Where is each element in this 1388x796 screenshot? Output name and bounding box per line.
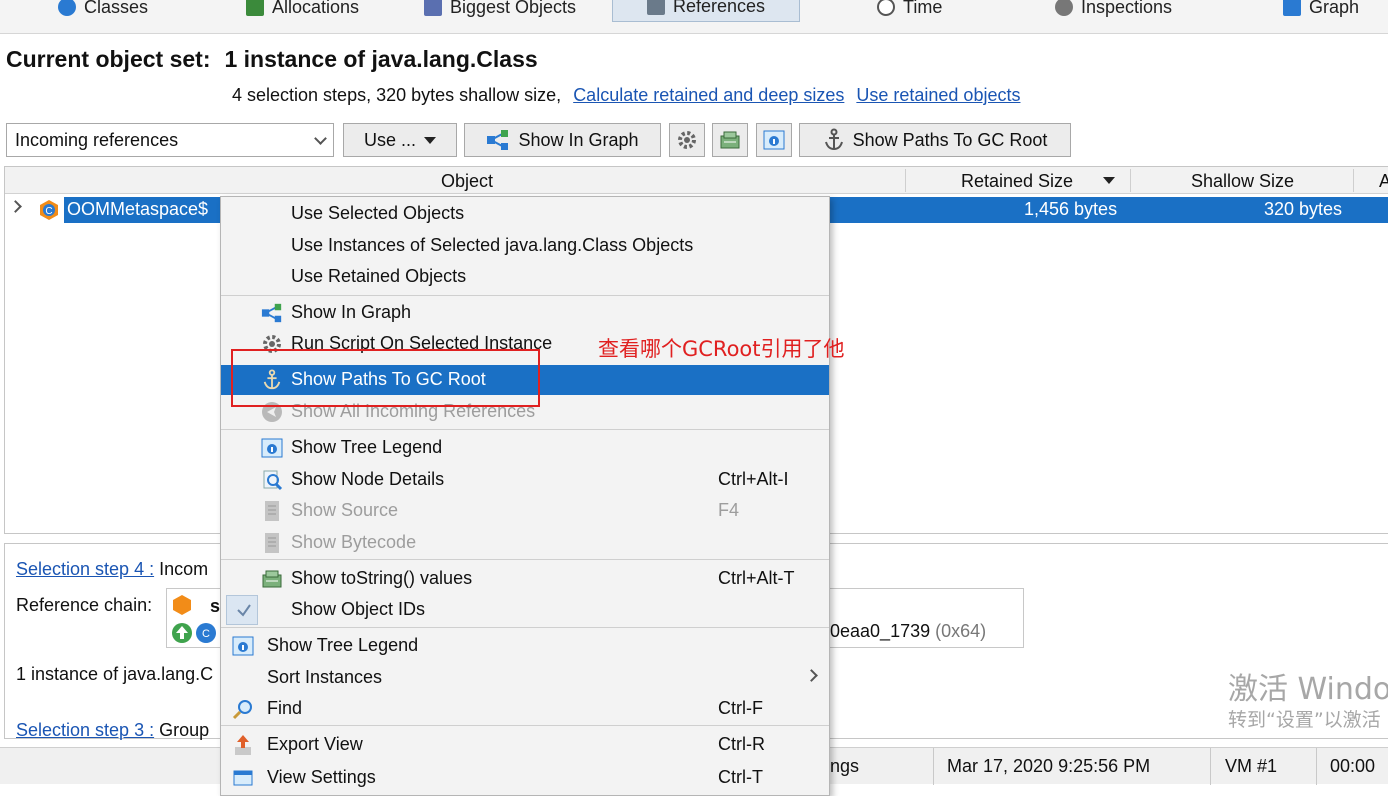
row-retained-size: 1,456 bytes (1024, 199, 1118, 219)
menu-item-show-bytecode[interactable]: Show Bytecode (221, 528, 829, 558)
biggest-objects-icon (424, 0, 442, 16)
svg-text:C: C (45, 206, 52, 217)
classes-icon (58, 0, 76, 16)
menu-item-show-node-details[interactable]: Show Node Details Ctrl+Alt-I (221, 465, 829, 495)
chain-entry-text: s (210, 596, 221, 616)
activation-watermark-title: 激活 Windo (1228, 672, 1388, 707)
menu-item-use-retained-objects[interactable]: Use Retained Objects (221, 262, 829, 292)
export-icon (235, 735, 251, 755)
activation-watermark-subtitle: 转到“设置”以激活 (1228, 709, 1381, 731)
legend-icon (232, 636, 254, 656)
legend-icon (261, 438, 283, 458)
run-script-button[interactable] (669, 123, 705, 157)
menu-item-export-view[interactable]: Export View Ctrl-R (221, 730, 829, 760)
magnifier-icon (263, 470, 283, 491)
checkmark-icon (237, 604, 251, 617)
graph-icon (1283, 0, 1301, 16)
column-shallow-size[interactable]: Shallow Size (1191, 171, 1294, 192)
menu-item-show-tree-legend-2[interactable]: Show Tree Legend (221, 631, 829, 661)
view-settings-icon (233, 770, 253, 786)
column-object[interactable]: Object (441, 171, 493, 192)
search-icon (232, 700, 252, 720)
view-tab-bar: Classes Allocations Biggest Objects Refe… (0, 0, 1388, 34)
object-icon (173, 595, 191, 615)
page-title: Current object set: 1 instance of java.la… (6, 46, 538, 73)
status-vm: VM #1 (1225, 756, 1278, 776)
gear-icon (678, 131, 696, 149)
status-partial: ngs (830, 756, 860, 776)
chevron-down-icon (314, 131, 327, 145)
tab-biggest-objects[interactable]: Biggest Objects (424, 0, 576, 22)
svg-text:C: C (202, 628, 210, 640)
selection-step-4-text: Incom (159, 559, 209, 579)
submenu-arrow-icon (805, 669, 818, 682)
menu-item-show-tostring-values[interactable]: Show toString() values Ctrl+Alt-T (221, 564, 829, 594)
gc-root-arrow-icon (172, 623, 192, 643)
menu-item-find[interactable]: Find Ctrl-F (221, 694, 829, 724)
selection-step-3: Selection step 3 : Group (16, 720, 209, 741)
row-object: OOMMetaspace$ (67, 199, 209, 219)
allocations-icon (246, 0, 264, 16)
selection-step-4-link[interactable]: Selection step 4 : (16, 559, 154, 579)
selection-step-3-link[interactable]: Selection step 3 : (16, 720, 154, 740)
status-datetime: Mar 17, 2020 9:25:56 PM (947, 756, 1151, 776)
tab-graph[interactable]: Graph (1283, 0, 1359, 22)
object-set-info: 4 selection steps, 320 bytes shallow siz… (232, 85, 1020, 106)
menu-item-show-tree-legend[interactable]: Show Tree Legend (221, 433, 829, 463)
table-header: Object Retained Size Shallow Size A (5, 167, 1388, 194)
tab-classes[interactable]: Classes (58, 0, 148, 22)
use-retained-objects-link[interactable]: Use retained objects (856, 85, 1020, 105)
anchor-icon (824, 128, 843, 151)
column-extra[interactable]: A (1379, 171, 1388, 192)
sort-descending-icon (1103, 177, 1115, 184)
reference-chain-label: Reference chain: (16, 595, 153, 615)
tab-allocations[interactable]: Allocations (246, 0, 359, 22)
menu-item-sort-instances[interactable]: Sort Instances (221, 663, 829, 693)
column-retained-size[interactable]: Retained Size (961, 171, 1073, 192)
selection-step-3-text: Group (159, 720, 210, 740)
show-in-graph-button[interactable]: Show In Graph (464, 123, 661, 157)
graph-icon (487, 130, 509, 150)
menu-item-use-instances[interactable]: Use Instances of Selected java.lang.Clas… (221, 231, 829, 261)
class-instance-icon: C (40, 200, 58, 220)
show-paths-to-gc-root-button[interactable]: Show Paths To GC Root (799, 123, 1071, 157)
calculate-sizes-link[interactable]: Calculate retained and deep sizes (573, 85, 844, 105)
tab-time[interactable]: Time (877, 0, 942, 22)
references-icon (647, 0, 665, 15)
info-text: 4 selection steps, 320 bytes shallow siz… (232, 85, 562, 105)
status-time: 00:00 (1330, 756, 1376, 776)
tree-legend-button[interactable] (756, 123, 792, 157)
tostring-values-button[interactable] (712, 123, 748, 157)
source-file-icon (265, 501, 279, 521)
row-shallow-size: 320 bytes (1264, 199, 1343, 219)
legend-icon (763, 130, 785, 150)
dropdown-arrow-icon (424, 136, 436, 144)
tostring-icon (720, 131, 740, 149)
instance-summary: 1 instance of java.lang.C (16, 664, 214, 684)
class-icon: C (196, 623, 216, 643)
menu-item-show-source[interactable]: Show Source F4 (221, 496, 829, 526)
annotation-highlight-box (231, 349, 540, 407)
tab-references[interactable]: References (612, 0, 801, 22)
context-menu: Use Selected Objects Use Instances of Se… (220, 196, 830, 796)
annotation-text: 查看哪个GCRoot引用了他 (598, 337, 845, 361)
gear-icon (1055, 0, 1073, 16)
title-value: 1 instance of java.lang.Class (224, 46, 538, 72)
title-label: Current object set: (6, 46, 211, 72)
clock-icon (877, 0, 895, 16)
use-button[interactable]: Use ... (343, 123, 457, 157)
selection-step-4: Selection step 4 : Incom (16, 559, 208, 580)
tab-inspections[interactable]: Inspections (1055, 0, 1172, 22)
menu-item-show-object-ids[interactable]: Show Object IDs (221, 595, 829, 625)
menu-item-use-selected-objects[interactable]: Use Selected Objects (221, 199, 829, 229)
bytecode-file-icon (265, 533, 279, 553)
view-mode-select[interactable]: Incoming references (6, 123, 334, 157)
menu-item-show-in-graph[interactable]: Show In Graph (221, 298, 829, 328)
graph-icon (261, 303, 282, 323)
tostring-icon (262, 570, 282, 588)
chain-object-id: 0eaa0_1739 (0x64) (830, 621, 987, 641)
menu-item-view-settings[interactable]: View Settings Ctrl-T (221, 763, 829, 793)
